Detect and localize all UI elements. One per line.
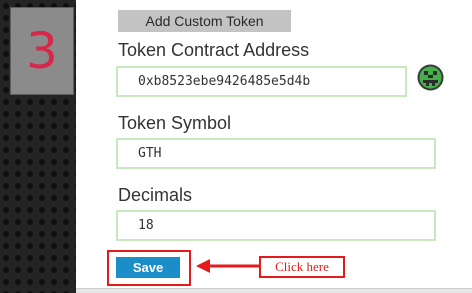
click-here-callout: Click here: [259, 256, 345, 278]
step-number: 3: [26, 22, 58, 80]
arrow-left-icon: [196, 259, 262, 273]
decimals-label: Decimals: [118, 185, 193, 205]
horizontal-scrollbar[interactable]: [76, 288, 472, 293]
token-symbol-label: Token Symbol: [118, 113, 232, 133]
add-custom-token-panel: Add Custom Token Token Contract Address …: [76, 0, 472, 288]
step-number-badge: 3: [10, 7, 74, 95]
add-custom-token-header-button[interactable]: Add Custom Token: [118, 10, 291, 32]
decimals-input[interactable]: 18: [116, 210, 436, 241]
token-contract-address-input[interactable]: 0xb8523ebe9426485e5d4b: [116, 66, 407, 97]
token-contract-address-label: Token Contract Address: [118, 40, 310, 60]
token-symbol-input[interactable]: GTH: [116, 138, 436, 169]
save-button[interactable]: Save: [116, 257, 180, 278]
token-identicon-icon: [417, 64, 444, 91]
